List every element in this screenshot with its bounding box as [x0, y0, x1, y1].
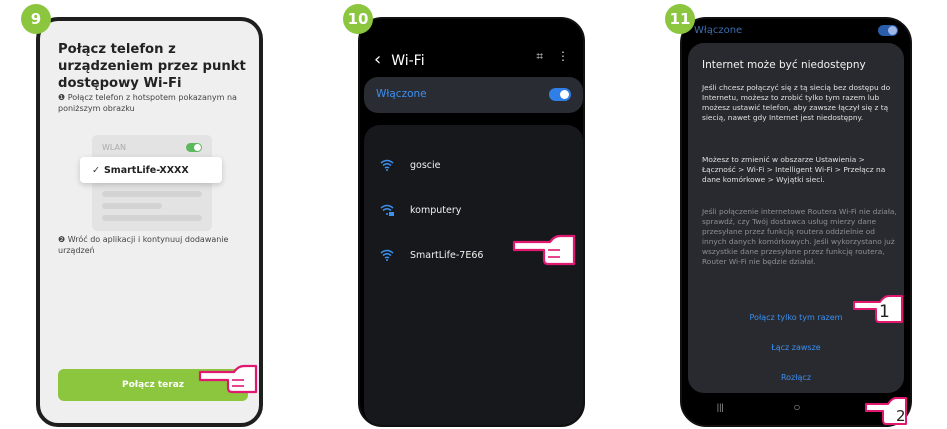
pointing-hand-icon [853, 295, 903, 323]
more-options-icon[interactable]: ⋮ [557, 49, 569, 63]
header-actions: ⌗ ⋮ [536, 49, 569, 64]
wifi-icon [380, 159, 394, 171]
disconnect-button[interactable]: Rozłącz [688, 373, 904, 382]
dialog-note: Jeśli połączenie internetowe Routera Wi-… [702, 207, 897, 266]
selected-network-row: ✓ SmartLife-XXXX [80, 157, 222, 183]
wlan-illustration: WLAN [92, 135, 212, 231]
dialog-paragraph: Możesz to zmienić w obszarze Ustawienia … [702, 155, 886, 184]
network-name: SmartLife-7E66 [410, 249, 484, 261]
recents-icon[interactable]: ||| [717, 402, 724, 412]
internet-unavailable-dialog: Internet może być niedostępny Jeśli chce… [688, 43, 904, 393]
step-1-instruction: ❶ Połącz telefon z hotspotem pokazanym n… [58, 93, 237, 113]
step-badge-11: 11 [665, 4, 695, 34]
page-title: Połącz telefon z urządzeniem przez punkt… [58, 42, 246, 91]
dialog-title: Internet może być niedostępny [702, 59, 866, 71]
network-item[interactable]: goscie [380, 159, 441, 171]
pointing-hand-icon [198, 364, 258, 394]
phone-wifi-settings: ‹ Wi-Fi ⌗ ⋮ Włączone goscie komputery Sm… [358, 17, 585, 427]
wifi-enabled-row[interactable]: Włączone [364, 77, 583, 113]
header: ‹ Wi-Fi [374, 49, 425, 70]
placeholder-row [102, 215, 202, 221]
step-marker: 2 [896, 407, 906, 425]
selected-network-name: SmartLife-XXXX [103, 164, 189, 176]
qr-scan-icon[interactable]: ⌗ [536, 49, 543, 63]
background-wifi-toggle [878, 25, 898, 36]
step-marker: 1 [879, 302, 890, 322]
home-icon[interactable]: ○ [793, 400, 800, 414]
placeholder-row [102, 191, 202, 197]
check-icon: ✓ [92, 164, 100, 176]
network-name: goscie [410, 159, 441, 171]
wlan-toggle-icon [186, 143, 202, 152]
network-list: goscie komputery SmartLife-7E66 [364, 125, 583, 425]
wifi-enabled-label: Włączone [376, 88, 427, 100]
step-2-instruction: ❷ Wróć do aplikacji i kontynuuj dodawani… [58, 235, 229, 255]
screen-title: Wi-Fi [391, 53, 425, 69]
back-icon[interactable]: ‹ [374, 49, 381, 70]
background-wifi-label: Włączone [694, 25, 743, 36]
phone-internet-dialog: Włączone Internet może być niedostępny J… [680, 17, 912, 427]
network-item[interactable]: komputery [380, 204, 461, 217]
wlan-label: WLAN [102, 143, 127, 152]
always-connect-button[interactable]: Łącz zawsze [688, 343, 904, 352]
dialog-paragraph: Jeśli chcesz połączyć się z tą siecią be… [702, 83, 891, 122]
step-badge-9: 9 [21, 4, 51, 34]
wifi-lock-icon [380, 204, 394, 216]
step-badge-10: 10 [343, 4, 373, 34]
placeholder-row [102, 203, 162, 209]
pointing-hand-icon [512, 234, 576, 266]
wifi-toggle[interactable] [549, 88, 571, 101]
network-name: komputery [410, 205, 462, 216]
network-item[interactable]: SmartLife-7E66 [380, 249, 483, 261]
wifi-icon [380, 249, 394, 261]
